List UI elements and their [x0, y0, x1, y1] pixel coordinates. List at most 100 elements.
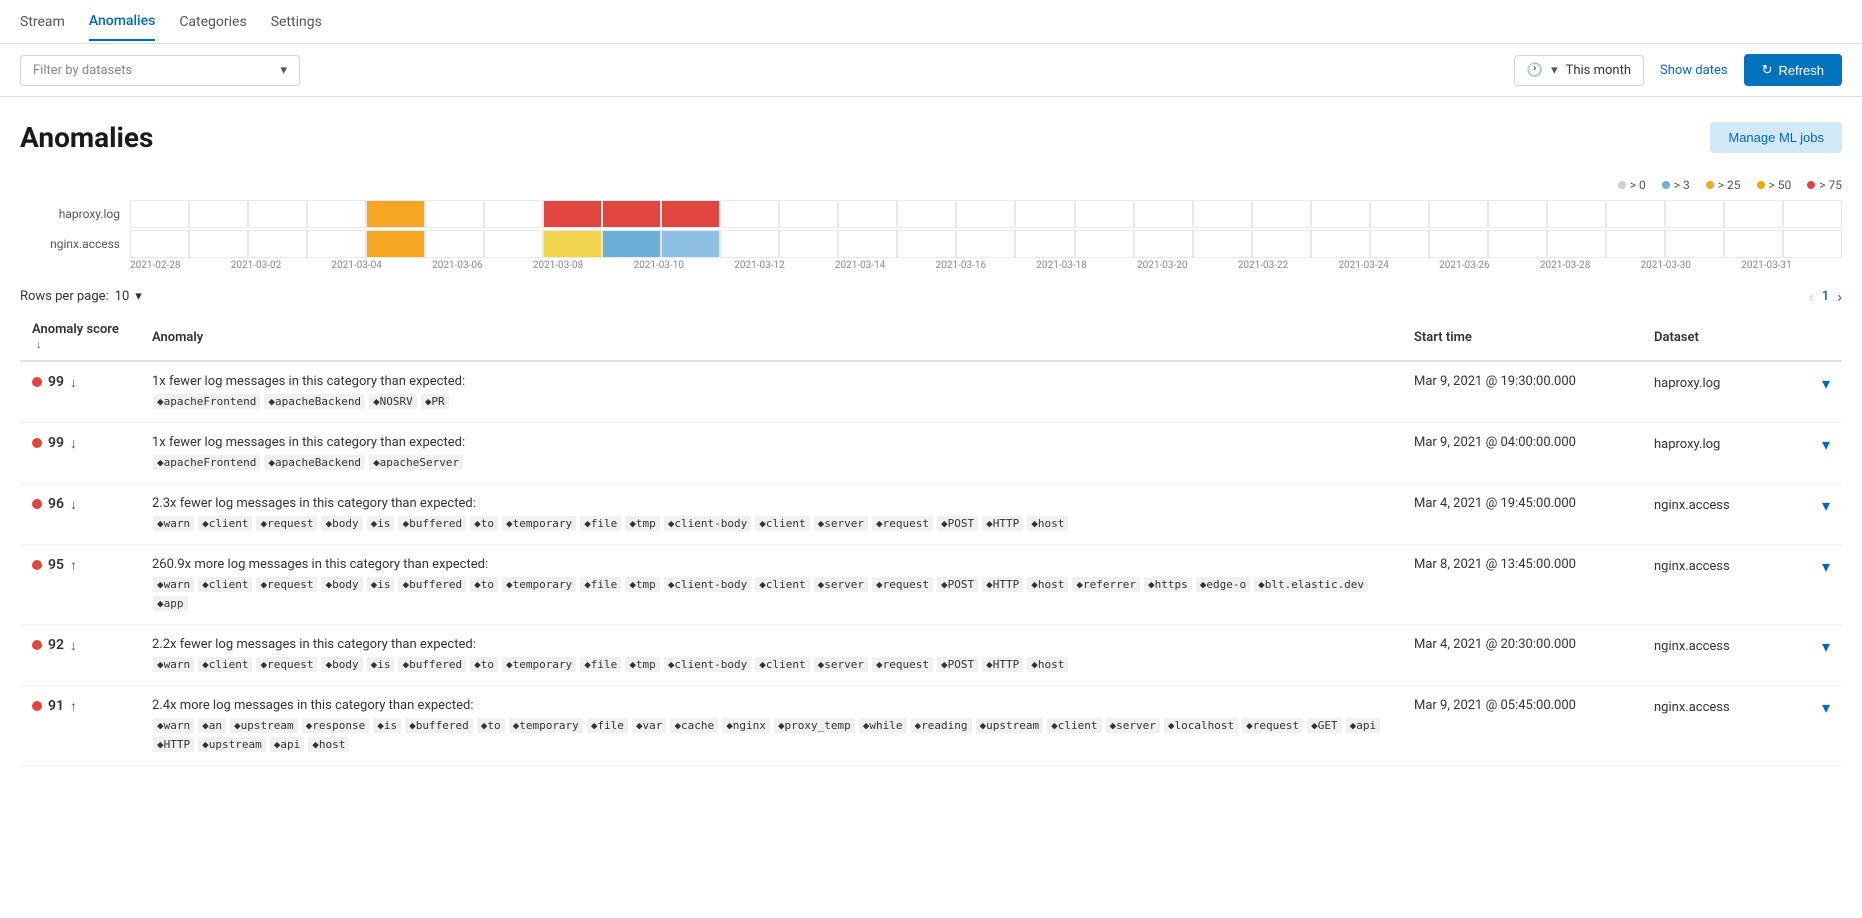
chart-cell — [897, 230, 956, 258]
tag: ◆HTTP — [982, 516, 1023, 531]
dataset-cell: haproxy.log ▾ — [1642, 423, 1842, 484]
chart-cell-red3 — [661, 200, 720, 228]
chart-cells-nginx[interactable] — [130, 230, 1842, 258]
dataset-cell: nginx.access ▾ — [1642, 625, 1842, 686]
tag: ◆to — [470, 577, 498, 592]
chart-cell — [425, 200, 484, 228]
tag: ◆request — [1242, 718, 1303, 733]
direction-arrow-icon: ↓ — [70, 435, 77, 452]
score-cell: 99 ↓ — [20, 423, 140, 484]
tag: ◆an — [198, 718, 226, 733]
table-row: 96 ↓ 2.3x fewer log messages in this cat… — [20, 484, 1842, 545]
chart-cell — [1665, 200, 1724, 228]
chart-cell — [1665, 230, 1724, 258]
show-dates-button[interactable]: Show dates — [1660, 63, 1728, 78]
chart-cell — [1783, 200, 1842, 228]
legend-item-4: > 75 — [1807, 178, 1842, 192]
tag: ◆client-body — [664, 516, 751, 531]
expand-row-icon[interactable]: ▾ — [1822, 435, 1830, 454]
start-time-cell: Mar 4, 2021 @ 20:30:00.000 — [1402, 625, 1642, 686]
chart-cell-orange-ng — [366, 230, 425, 258]
filter-placeholder: Filter by datasets — [33, 63, 132, 78]
filter-dropdown[interactable]: Filter by datasets ▾ — [20, 55, 300, 86]
chart-dates: 2021-02-28 2021-03-02 2021-03-04 2021-03… — [20, 260, 1842, 271]
chart-legend: > 0 > 3 > 25 > 50 > 75 — [20, 178, 1842, 192]
chart-label-nginx: nginx.access — [20, 237, 130, 251]
prev-page-button[interactable]: ‹ — [1809, 287, 1814, 306]
anomaly-cell: 1x fewer log messages in this category t… — [140, 423, 1402, 484]
tag: ◆POST — [937, 516, 978, 531]
chart-cell — [1193, 230, 1252, 258]
chart-cell — [1606, 230, 1665, 258]
table-row: 99 ↓ 1x fewer log messages in this categ… — [20, 361, 1842, 423]
tag: ◆client — [198, 657, 252, 672]
top-nav: Stream Anomalies Categories Settings — [0, 0, 1862, 44]
manage-ml-button[interactable]: Manage ML jobs — [1710, 122, 1842, 153]
legend-dot-1 — [1662, 181, 1670, 189]
legend-dot-0 — [1618, 181, 1626, 189]
nav-categories[interactable]: Categories — [179, 4, 246, 40]
start-time-cell: Mar 9, 2021 @ 05:45:00.000 — [1402, 686, 1642, 766]
tag: ◆upstream — [230, 718, 298, 733]
score-cell: 99 ↓ — [20, 361, 140, 423]
tag: ◆request — [256, 577, 317, 592]
chart-cell — [1134, 230, 1193, 258]
expand-row-icon[interactable]: ▾ — [1822, 496, 1830, 515]
nav-anomalies[interactable]: Anomalies — [89, 3, 155, 41]
rows-per-page-selector[interactable]: Rows per page: 10 ▾ — [20, 289, 142, 304]
tag: ◆host — [308, 737, 349, 752]
dataset-cell: nginx.access ▾ — [1642, 484, 1842, 545]
expand-row-icon[interactable]: ▾ — [1822, 374, 1830, 393]
tag: ◆file — [587, 718, 628, 733]
tag: ◆apacheServer — [369, 455, 463, 470]
dataset-name: nginx.access — [1654, 559, 1730, 574]
col-anomaly-score[interactable]: Anomaly score ↓ — [20, 314, 140, 361]
score-dot — [32, 640, 42, 650]
tag: ◆cache — [670, 718, 718, 733]
chart-cell — [1547, 230, 1606, 258]
tag: ◆POST — [937, 657, 978, 672]
chart-row-haproxy: haproxy.log — [20, 200, 1842, 228]
anomaly-description: 2.3x fewer log messages in this category… — [152, 496, 1390, 511]
tag: ◆warn — [153, 516, 194, 531]
refresh-icon: ↻ — [1762, 62, 1773, 78]
chart-cell — [130, 230, 189, 258]
table-controls: Rows per page: 10 ▾ ‹ 1 › — [20, 287, 1842, 306]
tag: ◆referrer — [1072, 577, 1140, 592]
tag: ◆while — [859, 718, 907, 733]
rows-per-page-label: Rows per page: — [20, 289, 109, 304]
refresh-button[interactable]: ↻ Refresh — [1744, 54, 1842, 86]
refresh-label: Refresh — [1778, 63, 1824, 78]
chart-cell-red — [543, 200, 602, 228]
tag: ◆edge-o — [1196, 577, 1250, 592]
tag: ◆host — [1027, 516, 1068, 531]
chart-cells-haproxy[interactable] — [130, 200, 1842, 228]
tag: ◆reading — [911, 718, 972, 733]
anomaly-tags: ◆warn◆client◆request◆body◆is◆buffered◆to… — [152, 515, 1390, 532]
tag: ◆client — [198, 516, 252, 531]
dataset-name: nginx.access — [1654, 498, 1730, 513]
tag: ◆HTTP — [982, 657, 1023, 672]
tag: ◆apacheBackend — [264, 394, 365, 409]
col-dataset: Dataset — [1642, 314, 1842, 361]
time-selector[interactable]: 🕐 ▾ This month — [1514, 55, 1644, 86]
chart-cell — [1015, 230, 1074, 258]
score-number: 91 — [48, 698, 64, 714]
expand-row-icon[interactable]: ▾ — [1822, 557, 1830, 576]
tag: ◆client-body — [664, 577, 751, 592]
nav-settings[interactable]: Settings — [271, 4, 322, 40]
tag: ◆blt.elastic.dev — [1254, 577, 1368, 592]
chart-cell — [1015, 200, 1074, 228]
next-page-button[interactable]: › — [1837, 287, 1842, 306]
anomaly-description: 1x fewer log messages in this category t… — [152, 374, 1390, 389]
expand-row-icon[interactable]: ▾ — [1822, 637, 1830, 656]
tag: ◆POST — [937, 577, 978, 592]
tag: ◆host — [1027, 657, 1068, 672]
nav-stream[interactable]: Stream — [20, 4, 65, 40]
anomaly-cell: 2.3x fewer log messages in this category… — [140, 484, 1402, 545]
tag: ◆client — [755, 516, 809, 531]
tag: ◆to — [470, 657, 498, 672]
tag: ◆apacheFrontend — [153, 455, 260, 470]
tag: ◆file — [580, 577, 621, 592]
expand-row-icon[interactable]: ▾ — [1822, 698, 1830, 717]
